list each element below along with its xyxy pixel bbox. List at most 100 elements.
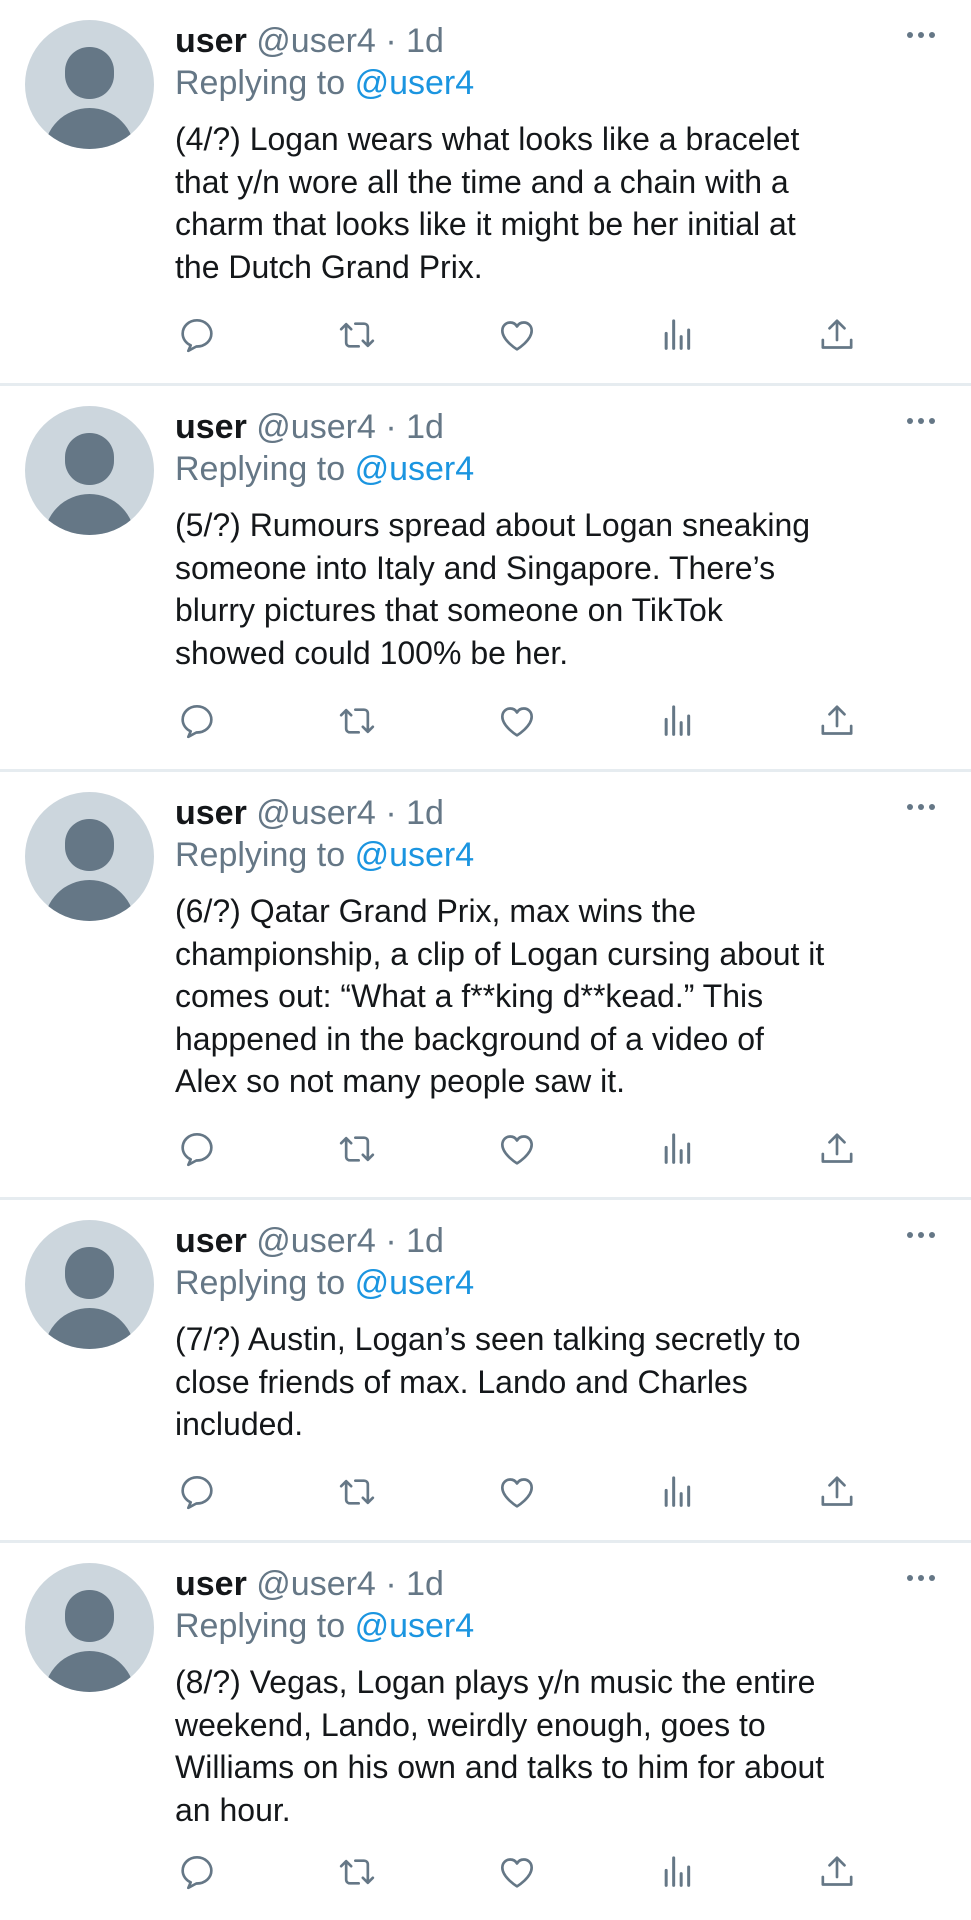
share-button[interactable]: [815, 1850, 859, 1894]
retweet-button[interactable]: [335, 313, 379, 357]
tweet-time[interactable]: 1d: [406, 1222, 444, 1260]
user-handle[interactable]: @user4: [256, 22, 376, 60]
analytics-button[interactable]: [655, 1850, 699, 1894]
analytics-icon: [664, 1476, 691, 1507]
avatar-head: [65, 819, 114, 871]
tweet[interactable]: user @user4 · 1d Replying to @user4 (6/?…: [0, 772, 971, 1200]
replying-mention[interactable]: @user4: [355, 1264, 475, 1302]
reply-icon: [181, 319, 213, 353]
reply-icon: [181, 1133, 213, 1167]
tweet[interactable]: user @user4 · 1d Replying to @user4 (4/?…: [0, 0, 971, 386]
retweet-button[interactable]: [335, 1850, 379, 1894]
tweet-header: user @user4 · 1d: [175, 20, 945, 62]
analytics-icon: [664, 705, 691, 736]
retweet-button[interactable]: [335, 1127, 379, 1171]
tweet[interactable]: user @user4 · 1d Replying to @user4 (5/?…: [0, 386, 971, 772]
share-button[interactable]: [815, 1470, 859, 1514]
heart-icon: [501, 1135, 533, 1165]
retweet-button[interactable]: [335, 699, 379, 743]
display-name[interactable]: user: [175, 408, 247, 446]
replying-label: Replying to: [175, 1607, 346, 1645]
heart-icon: [501, 1858, 533, 1888]
more-horizontal-icon: [907, 804, 913, 810]
heart-icon: [501, 1478, 533, 1508]
share-button[interactable]: [815, 313, 859, 357]
tweet-text: (4/?) Logan wears what looks like a brac…: [175, 121, 800, 285]
tweet-content: user @user4 · 1d Replying to @user4 (6/?…: [175, 792, 945, 1103]
more-options-button[interactable]: [907, 418, 935, 424]
avatar[interactable]: [25, 406, 154, 535]
avatar-shoulders: [44, 494, 135, 535]
tweet-actions: [175, 1127, 895, 1171]
user-handle[interactable]: @user4: [256, 1222, 376, 1260]
reply-button[interactable]: [175, 699, 219, 743]
like-button[interactable]: [495, 1850, 539, 1894]
retweet-button[interactable]: [335, 1470, 379, 1514]
reply-button[interactable]: [175, 1470, 219, 1514]
share-button[interactable]: [815, 699, 859, 743]
avatar-shoulders: [44, 880, 135, 921]
avatar[interactable]: [25, 1563, 154, 1692]
tweet-time[interactable]: 1d: [406, 1565, 444, 1603]
display-name[interactable]: user: [175, 22, 247, 60]
avatar[interactable]: [25, 1220, 154, 1349]
retweet-icon: [339, 322, 375, 348]
avatar-head: [65, 433, 114, 485]
replying-mention[interactable]: @user4: [355, 1607, 475, 1645]
user-handle[interactable]: @user4: [256, 408, 376, 446]
more-options-button[interactable]: [907, 1232, 935, 1238]
more-options-button[interactable]: [907, 32, 935, 38]
replying-mention[interactable]: @user4: [355, 836, 475, 874]
tweet-actions: [175, 1850, 895, 1894]
replying-to: Replying to @user4: [175, 1262, 945, 1304]
more-horizontal-icon: [907, 1575, 913, 1581]
avatar-head: [65, 1247, 114, 1299]
meta-separator: ·: [385, 794, 397, 832]
avatar-shoulders: [44, 108, 135, 149]
like-button[interactable]: [495, 1470, 539, 1514]
replying-label: Replying to: [175, 64, 346, 102]
replying-to: Replying to @user4: [175, 62, 945, 104]
avatar[interactable]: [25, 792, 154, 921]
tweet-text: (7/?) Austin, Logan’s seen talking secre…: [175, 1321, 801, 1442]
more-options-button[interactable]: [907, 804, 935, 810]
tweet-time[interactable]: 1d: [406, 794, 444, 832]
tweet-time[interactable]: 1d: [406, 408, 444, 446]
reply-button[interactable]: [175, 1127, 219, 1171]
more-horizontal-icon: [907, 1232, 913, 1238]
display-name[interactable]: user: [175, 1222, 247, 1260]
replying-mention[interactable]: @user4: [355, 450, 475, 488]
like-button[interactable]: [495, 1127, 539, 1171]
avatar-head: [65, 1590, 114, 1642]
replying-to: Replying to @user4: [175, 834, 945, 876]
display-name[interactable]: user: [175, 1565, 247, 1603]
share-icon: [821, 1133, 853, 1163]
tweet-content: user @user4 · 1d Replying to @user4 (7/?…: [175, 1220, 945, 1446]
tweet-time[interactable]: 1d: [406, 22, 444, 60]
more-options-button[interactable]: [907, 1575, 935, 1581]
tweet[interactable]: user @user4 · 1d Replying to @user4 (8/?…: [0, 1543, 971, 1920]
analytics-icon: [664, 1856, 691, 1887]
user-handle[interactable]: @user4: [256, 1565, 376, 1603]
analytics-button[interactable]: [655, 1127, 699, 1171]
share-icon: [821, 1476, 853, 1506]
tweet-header: user @user4 · 1d: [175, 1220, 945, 1262]
analytics-button[interactable]: [655, 313, 699, 357]
like-button[interactable]: [495, 313, 539, 357]
tweet[interactable]: user @user4 · 1d Replying to @user4 (7/?…: [0, 1200, 971, 1543]
user-handle[interactable]: @user4: [256, 794, 376, 832]
replying-label: Replying to: [175, 836, 346, 874]
avatar[interactable]: [25, 20, 154, 149]
share-button[interactable]: [815, 1127, 859, 1171]
replying-mention[interactable]: @user4: [355, 64, 475, 102]
tweet-content: user @user4 · 1d Replying to @user4 (4/?…: [175, 20, 945, 288]
replying-label: Replying to: [175, 450, 346, 488]
share-icon: [821, 319, 853, 349]
like-button[interactable]: [495, 699, 539, 743]
reply-button[interactable]: [175, 313, 219, 357]
analytics-button[interactable]: [655, 699, 699, 743]
display-name[interactable]: user: [175, 794, 247, 832]
tweet-feed: user @user4 · 1d Replying to @user4 (4/?…: [0, 0, 971, 1920]
analytics-button[interactable]: [655, 1470, 699, 1514]
reply-button[interactable]: [175, 1850, 219, 1894]
